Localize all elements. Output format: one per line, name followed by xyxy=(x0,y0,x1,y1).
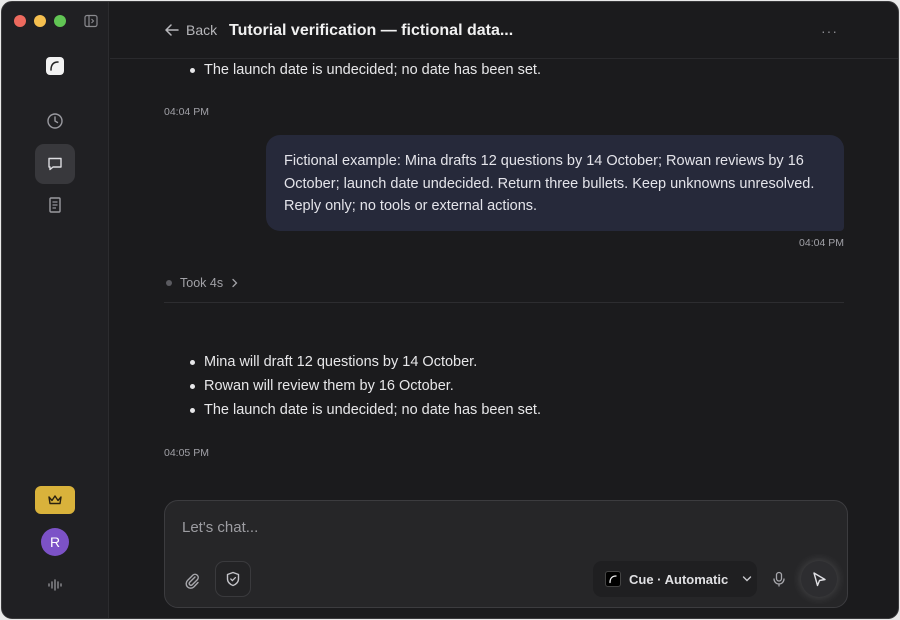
user-message-bubble: Fictional example: Mina drafts 12 questi… xyxy=(266,135,844,231)
chevron-down-icon xyxy=(742,575,752,583)
crown-icon xyxy=(47,494,63,506)
status-dot-icon xyxy=(166,280,172,286)
clock-icon xyxy=(46,112,64,130)
microphone-icon[interactable] xyxy=(771,571,787,587)
back-label: Back xyxy=(186,22,218,38)
waveform-icon[interactable] xyxy=(47,577,63,593)
list-item: The launch date is undecided; no date ha… xyxy=(164,398,844,422)
previous-reply-list: The launch date is undecided; no date ha… xyxy=(164,58,844,82)
history-nav-button[interactable] xyxy=(35,101,75,141)
avatar[interactable]: R xyxy=(41,528,69,556)
privacy-shield-button[interactable] xyxy=(215,561,251,597)
maximize-window-button[interactable] xyxy=(54,15,66,27)
upgrade-button[interactable] xyxy=(35,486,75,514)
model-logo-icon xyxy=(605,571,621,587)
close-window-button[interactable] xyxy=(14,15,26,27)
list-item: Rowan will review them by 16 October. xyxy=(164,374,844,398)
more-options-icon[interactable]: ··· xyxy=(821,23,838,39)
model-selector-button[interactable]: Cue · Automatic xyxy=(593,561,757,597)
paperclip-icon[interactable] xyxy=(183,571,201,589)
document-icon xyxy=(47,196,63,214)
minimize-window-button[interactable] xyxy=(34,15,46,27)
send-button[interactable] xyxy=(801,561,837,597)
back-button[interactable]: Back xyxy=(165,22,217,38)
divider xyxy=(164,302,844,303)
message-composer: Cue · Automatic xyxy=(164,500,848,608)
arrow-left-icon xyxy=(165,24,179,36)
chat-header: Back Tutorial verification — fictional d… xyxy=(110,2,898,59)
model-selector-label: Cue · Automatic xyxy=(629,571,729,587)
assistant-reply-list: Mina will draft 12 questions by 14 Octob… xyxy=(164,350,844,422)
shield-icon xyxy=(226,571,240,587)
chevron-right-icon xyxy=(231,278,239,288)
chat-bubble-icon xyxy=(46,155,64,173)
message-timestamp: 04:04 PM xyxy=(799,237,844,249)
sidebar-toggle-icon[interactable] xyxy=(84,14,98,28)
sidebar: R xyxy=(2,2,109,618)
thinking-duration-toggle[interactable]: Took 4s xyxy=(166,276,239,290)
app-logo[interactable] xyxy=(46,57,64,75)
list-item: Mina will draft 12 questions by 14 Octob… xyxy=(164,350,844,374)
chat-nav-button[interactable] xyxy=(35,144,75,184)
documents-nav-button[interactable] xyxy=(35,185,75,225)
message-input[interactable] xyxy=(182,519,822,543)
thinking-duration-label: Took 4s xyxy=(180,276,224,290)
send-arrow-icon xyxy=(811,571,827,587)
message-timestamp: 04:04 PM xyxy=(164,106,209,118)
message-timestamp: 04:05 PM xyxy=(164,447,209,459)
list-item: The launch date is undecided; no date ha… xyxy=(164,58,844,82)
page-title: Tutorial verification — fictional data..… xyxy=(229,22,514,39)
app-window: R Back Tutorial verification — fictional… xyxy=(1,1,899,619)
